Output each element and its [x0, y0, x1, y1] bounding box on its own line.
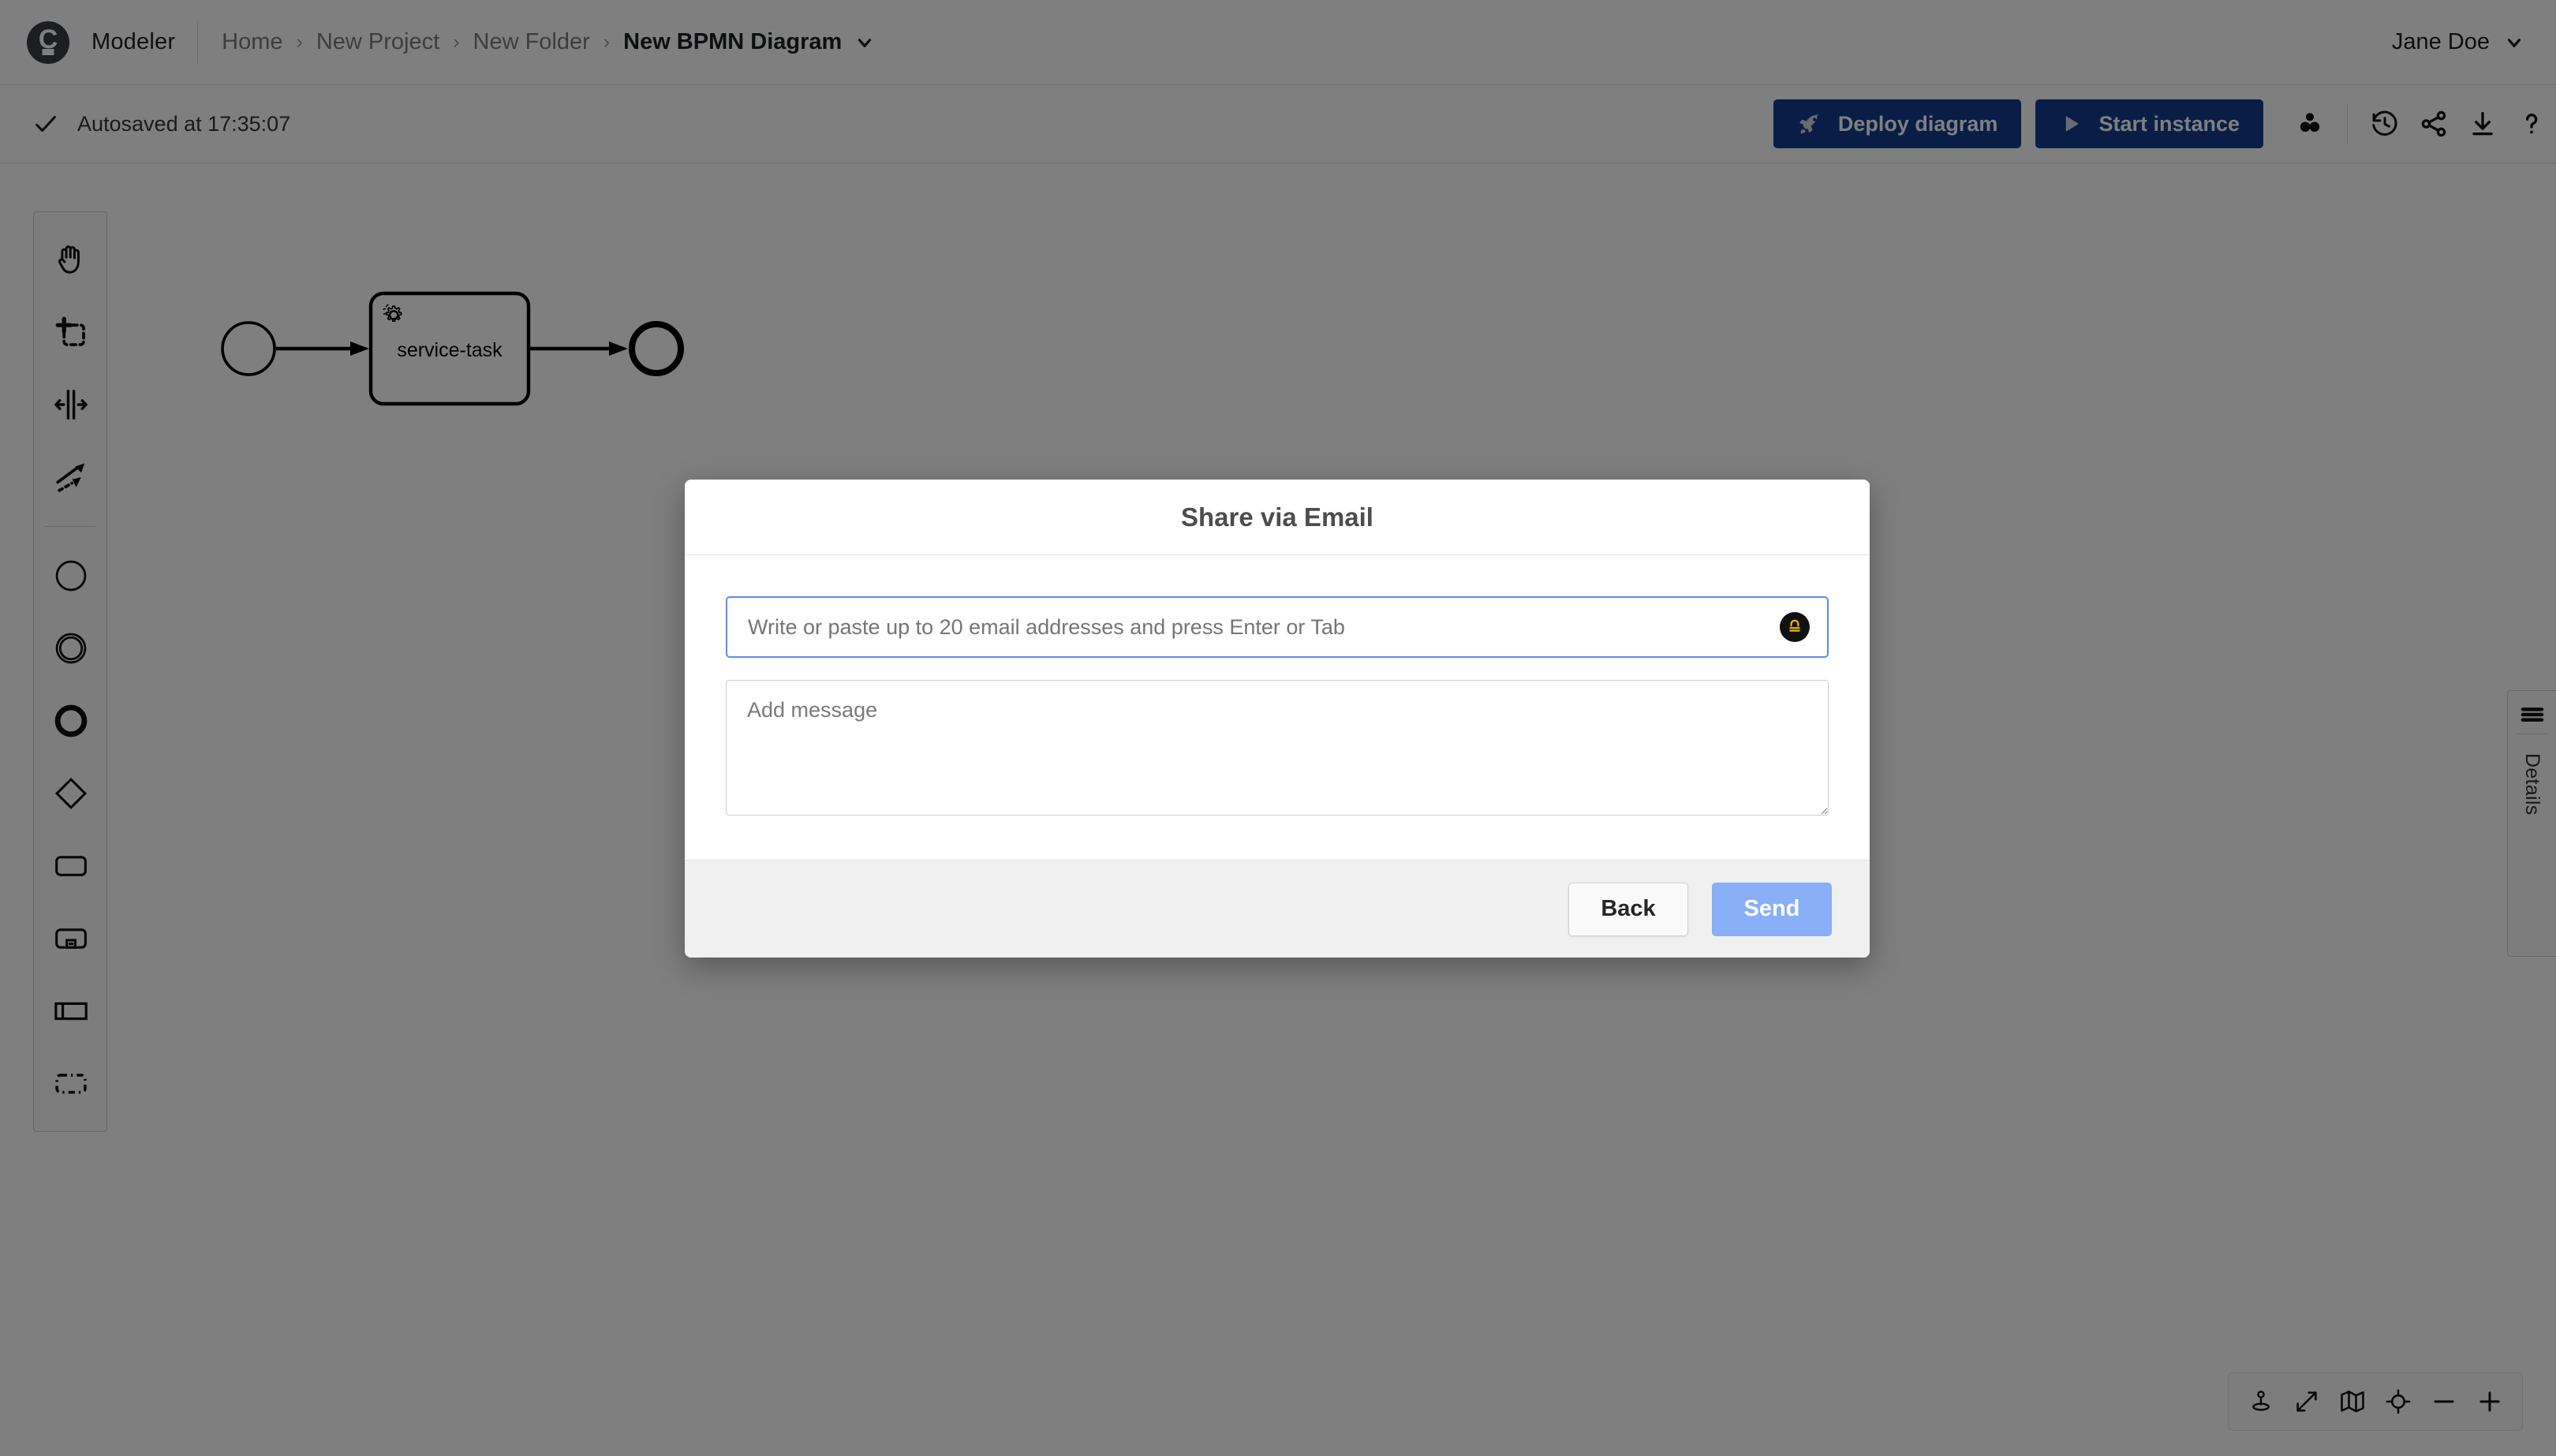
dialog-header: Share via Email: [685, 480, 1870, 555]
email-field-wrapper[interactable]: [726, 596, 1829, 658]
dialog-footer: Back Send: [685, 860, 1870, 958]
email-recipients-input[interactable]: [727, 615, 1827, 640]
send-button[interactable]: Send: [1712, 883, 1832, 936]
share-via-email-dialog: Share via Email Back Send: [685, 480, 1870, 958]
dialog-body: [685, 555, 1870, 860]
back-button[interactable]: Back: [1568, 883, 1688, 936]
dialog-title: Share via Email: [1181, 502, 1373, 532]
modeler-app: C Modeler Home › New Project › New Folde…: [0, 0, 2556, 1456]
share-message-input[interactable]: [726, 680, 1829, 816]
password-manager-lock-icon[interactable]: [1780, 612, 1810, 642]
